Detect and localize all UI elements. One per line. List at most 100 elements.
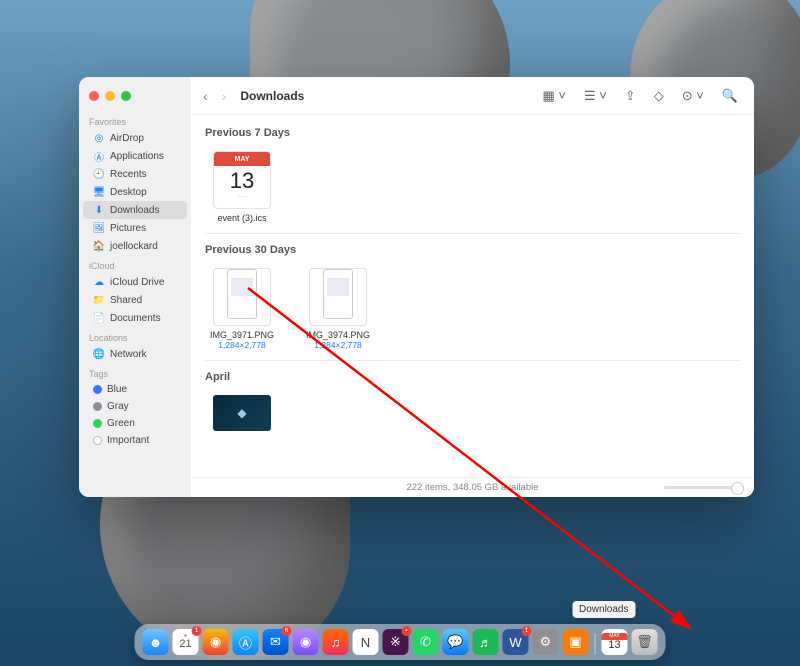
nav-arrows: ‹ › bbox=[203, 88, 226, 104]
group-header: Previous 30 Days bbox=[205, 236, 740, 262]
zoom-button[interactable] bbox=[121, 91, 131, 101]
sidebar-item-pictures[interactable]: 🖼Pictures bbox=[83, 219, 187, 237]
dock-finder-icon[interactable]: ☻ bbox=[143, 629, 169, 655]
dock-chrome-icon[interactable]: ◉ bbox=[203, 629, 229, 655]
ics-sub: ··· ··· bbox=[237, 194, 246, 199]
file-item[interactable]: ◆ bbox=[205, 395, 279, 431]
finder-toolbar: ‹ › Downloads ▦ ˅ ☰ ˅ ⇪ ◇ ⊙ ˅ 🔍 bbox=[191, 77, 754, 115]
sidebar-tag-green[interactable]: Green bbox=[83, 415, 187, 432]
sidebar-item-label: Shared bbox=[110, 295, 142, 306]
sidebar-item-documents[interactable]: 📄 Documents bbox=[83, 309, 187, 327]
sidebar-item-label: AirDrop bbox=[110, 133, 144, 144]
window-controls bbox=[79, 85, 191, 111]
documents-icon: 📄 bbox=[93, 312, 105, 324]
sidebar-item-label: Downloads bbox=[110, 205, 159, 216]
shared-icon: 📁 bbox=[93, 294, 105, 306]
view-icon-button[interactable]: ▦ ˅ bbox=[538, 88, 570, 104]
tags-button[interactable]: ◇ bbox=[650, 88, 668, 104]
dock-spotify-icon[interactable]: ♬ bbox=[473, 629, 499, 655]
ics-month: MAY bbox=[214, 152, 270, 166]
dock: Downloads ☻ ●211 ◉ Ⓐ ✉6 ◉ ♫ N ※• ✆ 💬 ♬ W… bbox=[135, 624, 666, 660]
group-header: April bbox=[205, 363, 740, 389]
finder-sidebar: Favorites ◎AirDrop ⒶApplications 🕘Recent… bbox=[79, 77, 191, 497]
dock-music-icon[interactable]: ♫ bbox=[323, 629, 349, 655]
sidebar-item-shared[interactable]: 📁 Shared bbox=[83, 291, 187, 309]
sidebar-section-tags: Tags bbox=[79, 363, 191, 381]
dock-settings-icon[interactable]: ⚙ bbox=[533, 629, 559, 655]
minimize-button[interactable] bbox=[105, 91, 115, 101]
close-button[interactable] bbox=[89, 91, 99, 101]
sidebar-item-icloud-drive[interactable]: ☁ iCloud Drive bbox=[83, 273, 187, 291]
dock-downloads-stack[interactable]: MAY 13 bbox=[602, 629, 628, 655]
finder-main: ‹ › Downloads ▦ ˅ ☰ ˅ ⇪ ◇ ⊙ ˅ 🔍 Previous… bbox=[191, 77, 754, 497]
png-thumbnail bbox=[309, 268, 367, 326]
dock-word-icon[interactable]: W1 bbox=[503, 629, 529, 655]
file-row: ◆ bbox=[205, 389, 740, 439]
tag-dot-icon bbox=[93, 385, 102, 394]
divider bbox=[205, 233, 740, 234]
sidebar-tag-gray[interactable]: Gray bbox=[83, 398, 187, 415]
dock-separator bbox=[595, 633, 596, 655]
desktop-icon: 🖥 bbox=[93, 186, 105, 198]
applications-icon: Ⓐ bbox=[93, 150, 105, 162]
sidebar-item-applications[interactable]: Ⓐ Applications bbox=[83, 147, 187, 165]
airdrop-icon: ◎ bbox=[93, 132, 105, 144]
sidebar-item-label: Important bbox=[107, 435, 149, 446]
sidebar-item-label: Applications bbox=[110, 151, 164, 162]
action-button[interactable]: ⊙ ˅ bbox=[678, 88, 708, 104]
dock-mail-icon[interactable]: ✉6 bbox=[263, 629, 289, 655]
sidebar-item-label: joellockard bbox=[110, 241, 158, 252]
recents-icon: 🕘 bbox=[93, 168, 105, 180]
sidebar-tag-important[interactable]: Important bbox=[83, 432, 187, 449]
file-name: event (3).ics bbox=[205, 213, 279, 223]
sidebar-item-label: Desktop bbox=[110, 187, 147, 198]
divider bbox=[205, 360, 740, 361]
dock-calendar-icon[interactable]: ●211 bbox=[173, 629, 199, 655]
icon-size-slider[interactable] bbox=[664, 486, 744, 489]
finder-window: Favorites ◎AirDrop ⒶApplications 🕘Recent… bbox=[79, 77, 754, 497]
sidebar-item-downloads[interactable]: ⬇Downloads bbox=[83, 201, 187, 219]
dock-whatsapp-icon[interactable]: ✆ bbox=[413, 629, 439, 655]
finder-content[interactable]: Previous 7 Days MAY 13 ··· ··· event (3)… bbox=[191, 115, 754, 477]
tag-dot-icon bbox=[93, 419, 102, 428]
icloud-icon: ☁ bbox=[93, 276, 105, 288]
dock-notion-icon[interactable]: N bbox=[353, 629, 379, 655]
dock-podcasts-icon[interactable]: ◉ bbox=[293, 629, 319, 655]
sidebar-item-label: Gray bbox=[107, 401, 129, 412]
dock-messages-icon[interactable]: 💬 bbox=[443, 629, 469, 655]
sidebar-item-label: Green bbox=[107, 418, 135, 429]
file-item[interactable]: IMG_3971.PNG 1,284×2,778 bbox=[205, 268, 279, 350]
sidebar-item-label: iCloud Drive bbox=[110, 277, 164, 288]
sidebar-item-desktop[interactable]: 🖥 Desktop bbox=[83, 183, 187, 201]
dock-app-icon[interactable]: ▣ bbox=[563, 629, 589, 655]
forward-button[interactable]: › bbox=[222, 88, 227, 104]
file-dimensions: 1,284×2,778 bbox=[205, 340, 279, 350]
sidebar-item-label: Recents bbox=[110, 169, 147, 180]
share-button[interactable]: ⇪ bbox=[621, 88, 640, 104]
sidebar-section-icloud: iCloud bbox=[79, 255, 191, 273]
network-icon: 🌐 bbox=[93, 348, 105, 360]
file-item[interactable]: IMG_3974.PNG 1,284×2,778 bbox=[301, 268, 375, 350]
sidebar-item-airdrop[interactable]: ◎ AirDrop bbox=[83, 129, 187, 147]
sidebar-item-network[interactable]: 🌐 Network bbox=[83, 345, 187, 363]
pictures-icon: 🖼 bbox=[93, 222, 105, 234]
status-text: 222 items, 348.05 GB available bbox=[406, 482, 538, 493]
back-button[interactable]: ‹ bbox=[203, 88, 208, 104]
dock-tooltip: Downloads bbox=[572, 601, 635, 618]
status-bar: 222 items, 348.05 GB available bbox=[191, 477, 754, 497]
sidebar-item-home[interactable]: 🏠joellockard bbox=[83, 237, 187, 255]
search-button[interactable]: 🔍 bbox=[718, 88, 742, 104]
sidebar-item-label: Documents bbox=[110, 313, 161, 324]
dock-slack-icon[interactable]: ※• bbox=[383, 629, 409, 655]
window-title: Downloads bbox=[240, 89, 304, 103]
sidebar-item-recents[interactable]: 🕘 Recents bbox=[83, 165, 187, 183]
file-name: IMG_3974.PNG bbox=[301, 330, 375, 340]
dock-appstore-icon[interactable]: Ⓐ bbox=[233, 629, 259, 655]
sidebar-item-label: Network bbox=[110, 349, 147, 360]
ics-day: 13 bbox=[230, 168, 254, 194]
dock-trash-icon[interactable]: 🗑 bbox=[632, 629, 658, 655]
group-button[interactable]: ☰ ˅ bbox=[580, 88, 611, 104]
file-dimensions: 1,284×2,778 bbox=[301, 340, 375, 350]
sidebar-tag-blue[interactable]: Blue bbox=[83, 381, 187, 398]
file-item[interactable]: MAY 13 ··· ··· event (3).ics bbox=[205, 151, 279, 223]
